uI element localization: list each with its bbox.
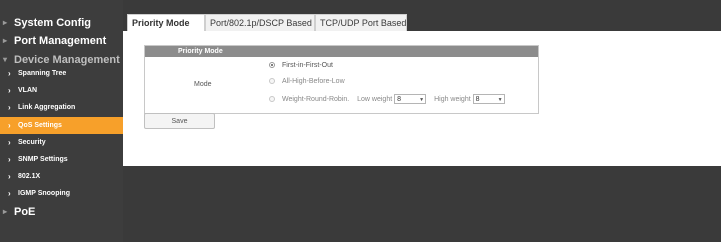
tab-tcp-udp-port-based[interactable]: TCP/UDP Port Based (315, 14, 407, 31)
priority-mode-panel: Priority Mode Mode First-in-First-Out Al… (144, 45, 539, 114)
sidebar-item-label: System Config (14, 17, 92, 29)
chevron-right-icon: › (8, 189, 11, 198)
sidebar: ▸ System Config ▸ Port Management ▾ Devi… (0, 0, 123, 242)
high-weight-label: High weight (434, 95, 471, 103)
tab-priority-mode[interactable]: Priority Mode (127, 14, 205, 31)
low-weight-select[interactable]: 8 ▼ (394, 94, 427, 104)
sidebar-item-label: QoS Settings (18, 122, 62, 129)
option-label: All-High-Before-Low (282, 78, 345, 85)
low-weight-label: Low weight (357, 95, 393, 103)
sidebar-item-port-management[interactable]: ▸ Port Management (0, 33, 123, 49)
sidebar-item-8021x[interactable]: › 802.1X (0, 168, 123, 185)
sidebar-item-label: PoE (14, 206, 36, 218)
option-weight-round-robin[interactable]: Weight-Round-Robin. Low weight 8 ▼ High w… (269, 94, 505, 104)
high-weight-select[interactable]: 8 ▼ (472, 94, 505, 104)
low-weight-value: 8 (397, 96, 402, 103)
sidebar-item-security[interactable]: › Security (0, 134, 123, 151)
chevron-right-icon: › (8, 155, 11, 164)
sidebar-item-label: IGMP Snooping (18, 190, 70, 197)
sidebar-item-label: Port Management (14, 35, 107, 47)
sidebar-item-poe[interactable]: ▸ PoE (0, 204, 123, 220)
option-label: Weight-Round-Robin. (282, 95, 350, 103)
chevron-right-icon: › (8, 69, 11, 78)
radio-all-high-before-low[interactable] (269, 78, 275, 85)
sidebar-item-igmp-snooping[interactable]: › IGMP Snooping (0, 185, 123, 202)
sidebar-item-spanning-tree[interactable]: › Spanning Tree (0, 65, 123, 82)
sidebar-item-vlan[interactable]: › VLAN (0, 82, 123, 99)
chevron-right-icon: › (8, 172, 11, 181)
radio-weight-round-robin[interactable] (269, 96, 275, 102)
sidebar-item-link-aggregation[interactable]: › Link Aggregation (0, 99, 123, 116)
main-content: Priority Mode Mode First-in-First-Out Al… (123, 31, 721, 166)
sidebar-item-label: 802.1X (18, 173, 41, 180)
radio-fifo[interactable] (269, 62, 275, 69)
chevron-right-icon: › (8, 103, 11, 112)
sidebar-item-qos-settings[interactable]: › QoS Settings (0, 117, 123, 134)
sidebar-item-label: VLAN (18, 87, 38, 94)
mode-label: Mode (194, 81, 212, 88)
sidebar-item-label: SNMP Settings (18, 156, 68, 163)
chevron-right-icon: › (8, 121, 11, 130)
chevron-right-icon: ▸ (3, 207, 8, 216)
option-label: First-in-First-Out (282, 62, 333, 69)
tab-port-8021p-dscp-based[interactable]: Port/802.1p/DSCP Based (205, 14, 315, 31)
panel-title: Priority Mode (145, 46, 538, 57)
sidebar-item-label: Security (18, 139, 46, 146)
sidebar-item-label: Spanning Tree (18, 70, 67, 77)
sidebar-item-label: Link Aggregation (18, 104, 76, 111)
option-all-high-before-low[interactable]: All-High-Before-Low (269, 78, 345, 85)
chevron-right-icon: ▸ (3, 36, 8, 45)
chevron-right-icon: › (8, 138, 11, 147)
chevron-right-icon: › (8, 86, 11, 95)
sidebar-item-snmp-settings[interactable]: › SNMP Settings (0, 151, 123, 168)
dropdown-arrow-icon: ▼ (497, 97, 503, 103)
high-weight-value: 8 (475, 96, 480, 103)
tab-bar: Priority Mode Port/802.1p/DSCP Based TCP… (123, 0, 721, 31)
chevron-right-icon: ▸ (3, 18, 8, 27)
option-fifo[interactable]: First-in-First-Out (269, 62, 333, 69)
save-button[interactable]: Save (144, 113, 215, 129)
dropdown-arrow-icon: ▼ (419, 97, 425, 103)
sidebar-item-system-config[interactable]: ▸ System Config (0, 15, 123, 31)
